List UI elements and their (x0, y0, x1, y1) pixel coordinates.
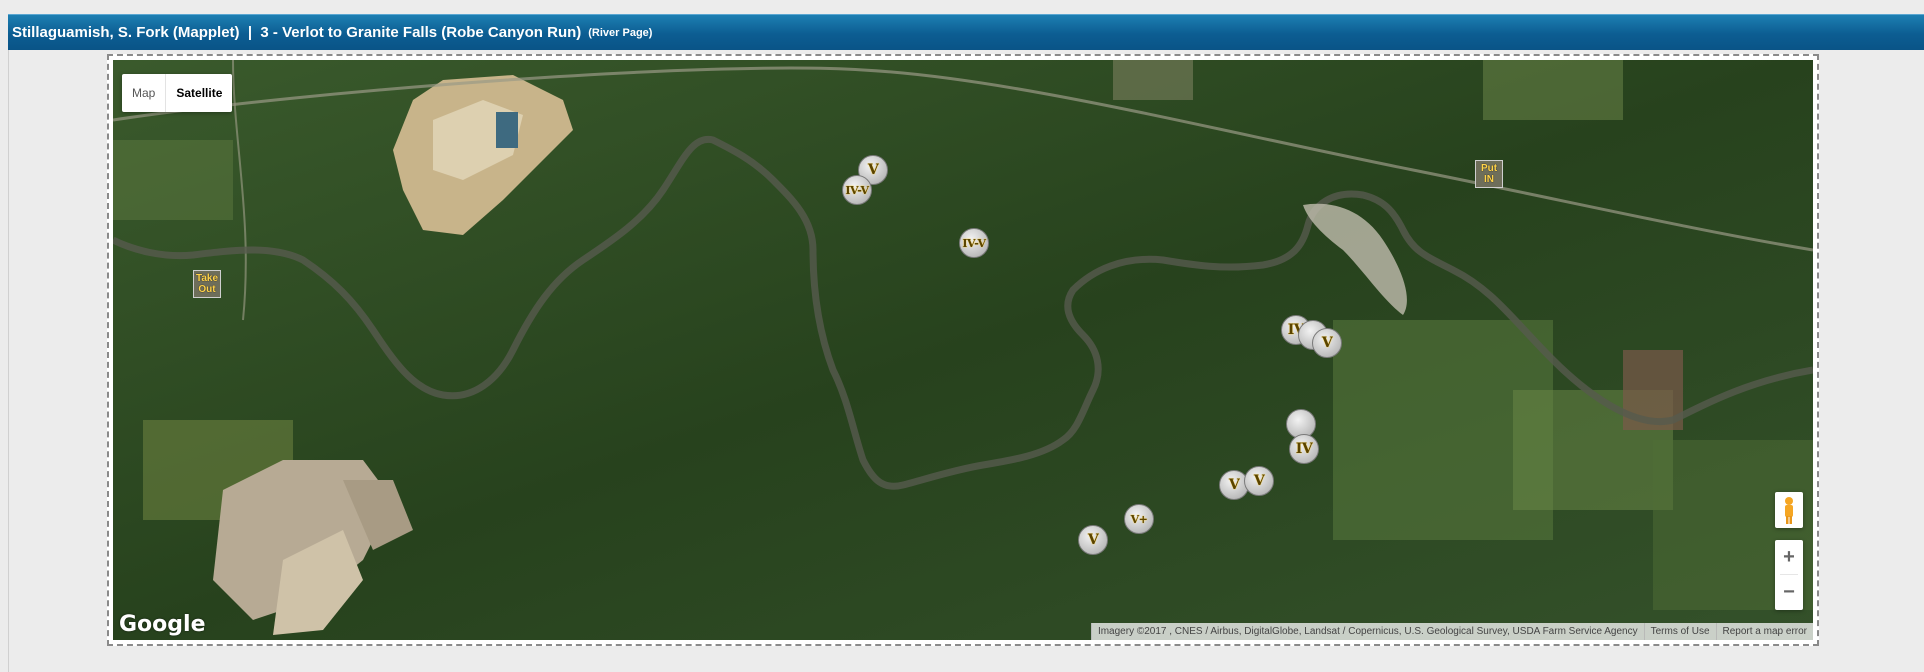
access-point-take-out[interactable]: Take Out (193, 270, 221, 298)
rapid-marker[interactable]: IV (1289, 434, 1319, 464)
satellite-imagery (113, 60, 1813, 640)
access-label-line1: Take (195, 273, 219, 284)
terms-of-use-link[interactable]: Terms of Use (1643, 623, 1716, 640)
clearing (113, 140, 233, 220)
pegman-icon (1785, 497, 1793, 524)
page-header: Stillaguamish, S. Fork (Mapplet) | 3 - V… (8, 14, 1924, 50)
access-label-line2: IN (1483, 174, 1494, 185)
rapid-marker[interactable]: V+ (1124, 504, 1154, 534)
zoom-control: + − (1775, 540, 1803, 610)
map-type-satellite-button[interactable]: Satellite (166, 74, 232, 112)
pond (496, 112, 518, 148)
street-view-pegman-button[interactable] (1775, 492, 1803, 528)
access-label-line1: Put (1480, 163, 1498, 174)
zoom-out-button[interactable]: − (1775, 575, 1803, 609)
map-type-map-button[interactable]: Map (122, 74, 167, 112)
clearing (1113, 60, 1193, 100)
rapid-marker[interactable]: IV-V (959, 228, 989, 258)
map-viewport[interactable]: Map Satellite Take Out Put IN V IV-V IV-V … (113, 60, 1813, 640)
google-logo[interactable]: Google (119, 612, 206, 637)
river-page-link[interactable]: (River Page) (588, 27, 652, 39)
rapid-marker[interactable]: V (1244, 466, 1274, 496)
clearing (1483, 60, 1623, 120)
map-type-control: Map Satellite (122, 74, 233, 112)
rapid-marker[interactable]: V (1078, 525, 1108, 555)
access-point-put-in[interactable]: Put IN (1475, 160, 1503, 188)
imagery-attribution: Imagery ©2017 , CNES / Airbus, DigitalGl… (1090, 623, 1644, 640)
rapid-marker[interactable]: IV-V (842, 175, 872, 205)
report-map-error-link[interactable]: Report a map error (1715, 623, 1813, 640)
map-attribution: Imagery ©2017 , CNES / Airbus, DigitalGl… (1090, 623, 1813, 640)
access-label-line2: Out (198, 284, 216, 295)
rapid-marker[interactable]: V (1312, 328, 1342, 358)
page-title: Stillaguamish, S. Fork (Mapplet) | 3 - V… (12, 24, 582, 41)
zoom-in-button[interactable]: + (1775, 540, 1803, 574)
